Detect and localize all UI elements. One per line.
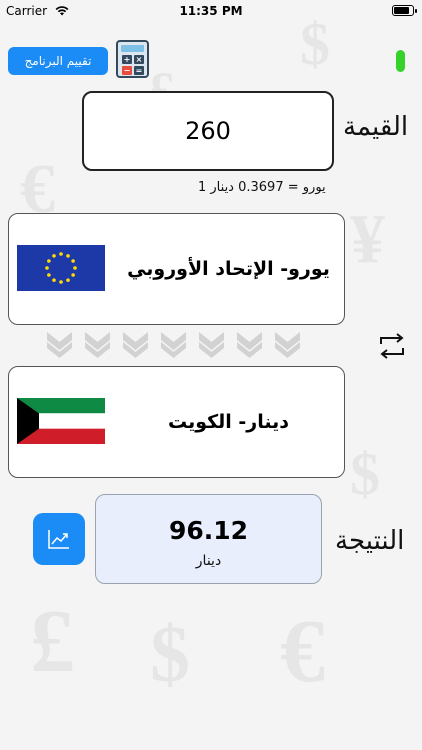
status-bar: Carrier 11:35 PM (0, 0, 422, 22)
eu-star (66, 278, 70, 282)
calculator-times-key: × (134, 55, 144, 64)
exchange-rate-text: 1 يورو = 0.3697 دينار (198, 180, 326, 195)
eu-star (59, 280, 63, 284)
calculator-icon[interactable]: + × − = (116, 40, 149, 78)
chevron-down-icon (199, 332, 224, 358)
eu-flag-icon (17, 245, 105, 291)
eu-star (45, 266, 49, 270)
rate-app-button[interactable]: تقييم البرنامج (8, 47, 108, 75)
battery-icon (392, 5, 417, 16)
eu-star (71, 259, 75, 263)
eu-star (59, 252, 63, 256)
from-currency-selector[interactable]: يورو- الإتحاد الأوروبي (8, 213, 345, 325)
result-box: 96.12 دينار (95, 494, 322, 584)
value-label: القيمة (343, 112, 409, 142)
to-currency-name: دينار- الكويت (167, 411, 290, 433)
chart-button[interactable] (33, 513, 85, 565)
swap-icon[interactable] (377, 331, 407, 361)
chevron-down-icon (275, 332, 300, 358)
calculator-plus-key: + (122, 55, 132, 64)
chevron-down-icon (237, 332, 262, 358)
eu-star (47, 273, 51, 277)
chevron-down-icon (161, 332, 186, 358)
direction-chevrons (45, 328, 310, 362)
eu-star (73, 266, 77, 270)
result-unit: دينار (195, 553, 222, 569)
chevron-down-icon (85, 332, 110, 358)
eu-star (52, 278, 56, 282)
calculator-equals-key: = (134, 66, 144, 75)
eu-star (52, 254, 56, 258)
eu-star (71, 273, 75, 277)
value-input[interactable]: 260 (82, 91, 334, 171)
trend-chart-icon (48, 530, 69, 549)
result-label: النتيجة (335, 526, 405, 556)
from-currency-name: يورو- الإتحاد الأوروبي (127, 258, 330, 280)
status-indicator (396, 50, 405, 72)
result-value: 96.12 (168, 516, 249, 545)
eu-star (47, 259, 51, 263)
chevron-down-icon (123, 332, 148, 358)
eu-star (66, 254, 70, 258)
chevron-down-icon (47, 332, 72, 358)
calculator-screen (121, 45, 144, 52)
calculator-minus-key: − (122, 66, 132, 75)
status-time: 11:35 PM (179, 4, 243, 18)
battery-fill (394, 7, 410, 14)
to-currency-selector[interactable]: دينار- الكويت (8, 366, 345, 478)
kuwait-flag-icon (17, 398, 105, 444)
